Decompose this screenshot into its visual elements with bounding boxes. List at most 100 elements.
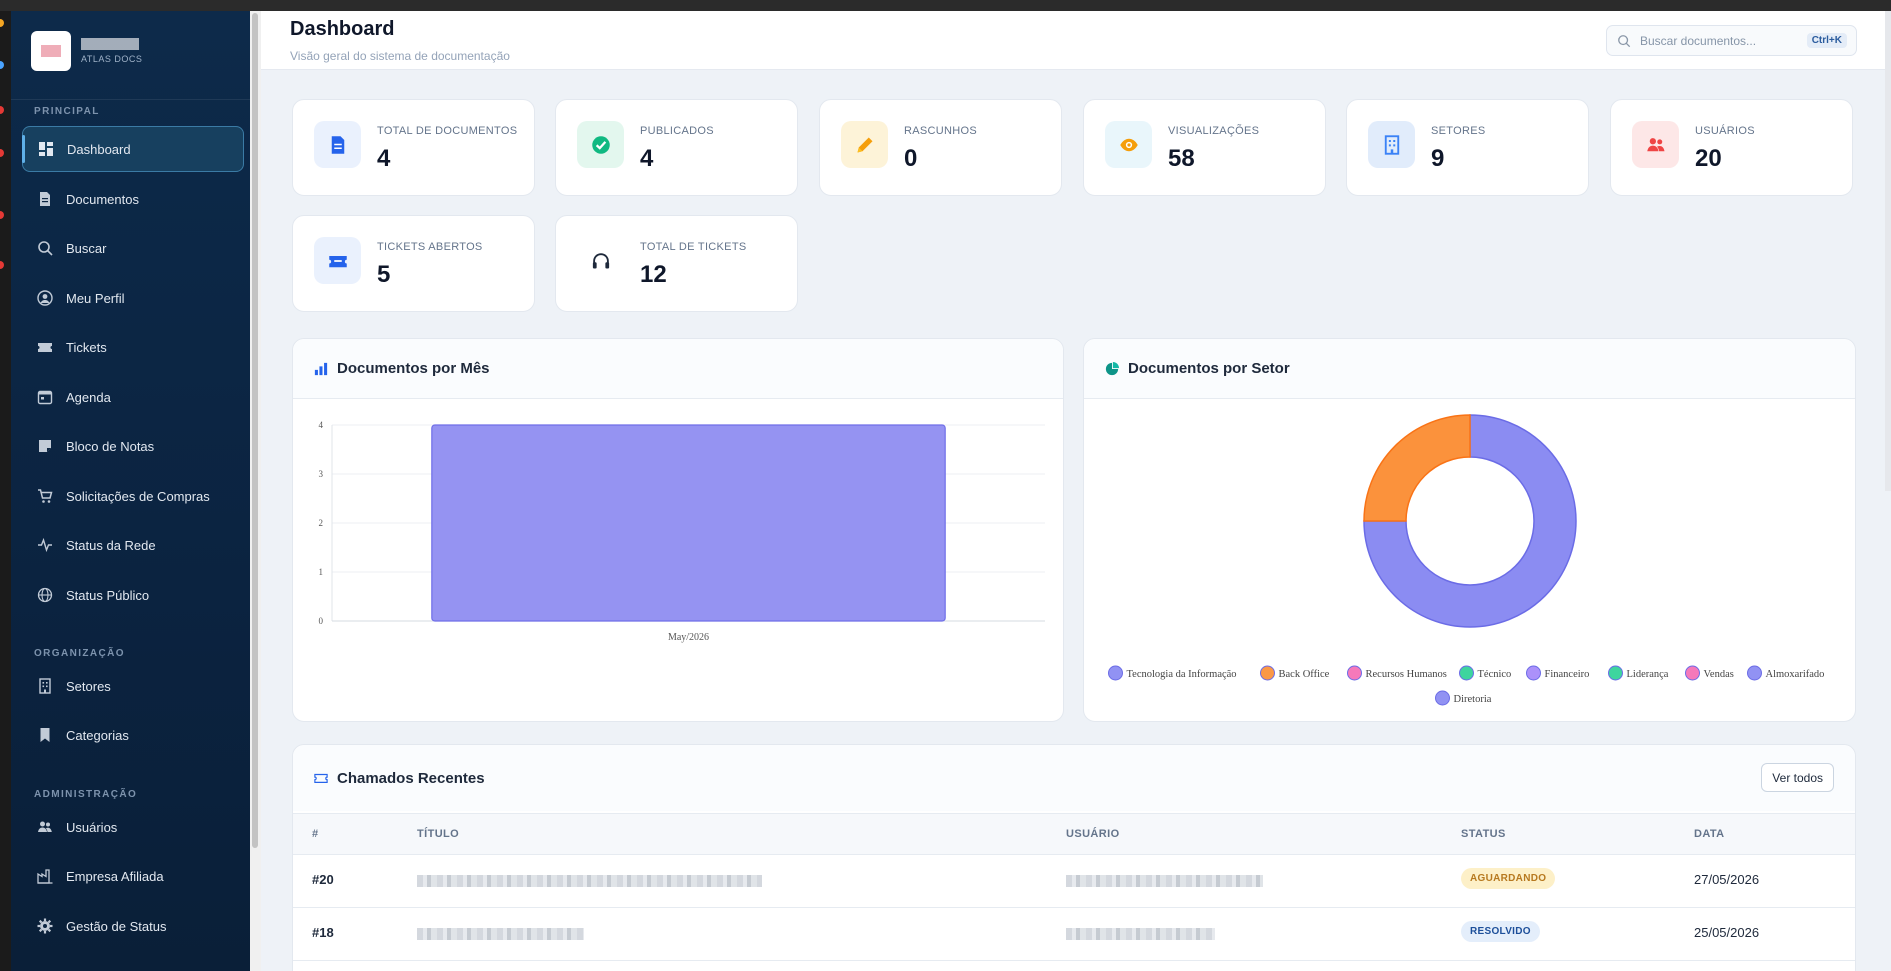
- stat-value: 58: [1168, 145, 1195, 172]
- ticket-id[interactable]: #18: [312, 925, 334, 940]
- legend-swatch: [1747, 665, 1762, 681]
- sidebar-item-empresa-afiliada[interactable]: Empresa Afiliada: [22, 853, 244, 899]
- sidebar-item-status-publico[interactable]: Status Público: [22, 572, 244, 618]
- dock-app-icon[interactable]: [0, 19, 4, 27]
- stat-label: TICKETS ABERTOS: [377, 241, 483, 253]
- sidebar-item-label: Categorias: [66, 727, 129, 743]
- factory-icon: [36, 867, 54, 885]
- dock-app-icon[interactable]: [0, 149, 4, 157]
- cart-icon: [36, 487, 54, 505]
- ticket-title-redacted[interactable]: [417, 875, 762, 887]
- stat-card-setores[interactable]: SETORES 9: [1346, 99, 1589, 196]
- sidebar-item-meu-perfil[interactable]: Meu Perfil: [22, 275, 244, 321]
- building-icon: [1368, 121, 1415, 168]
- sidebar-item-categorias[interactable]: Categorias: [22, 712, 244, 758]
- stat-card-publicados[interactable]: PUBLICADOS 4: [555, 99, 798, 196]
- stat-label: TOTAL DE TICKETS: [640, 241, 747, 253]
- stat-card-visualizacoes[interactable]: VISUALIZAÇÕES 58: [1083, 99, 1326, 196]
- bookmark-icon: [36, 726, 54, 744]
- ticket-title-redacted[interactable]: [417, 928, 584, 940]
- stat-card-rascunhos[interactable]: RASCUNHOS 0: [819, 99, 1062, 196]
- sidebar-item-label: Bloco de Notas: [66, 438, 155, 454]
- dock-app-icon[interactable]: [0, 211, 4, 219]
- panel-chamados-recentes: Chamados Recentes Ver todos # TÍTULO USU…: [292, 744, 1856, 971]
- sidebar-item-label: Gestão de Status: [66, 918, 167, 934]
- gear-icon: [36, 917, 54, 935]
- stat-card-tickets-abertos[interactable]: TICKETS ABERTOS 5: [292, 215, 535, 312]
- ticket-icon: [36, 338, 54, 356]
- stat-value: 12: [640, 261, 667, 288]
- status-badge: AGUARDANDO: [1461, 868, 1556, 889]
- status-badge: RESOLVIDO: [1461, 921, 1540, 942]
- document-icon: [36, 190, 54, 208]
- sidebar-item-label: Documentos: [66, 191, 139, 207]
- sidebar-item-bloco-de-notas[interactable]: Bloco de Notas: [22, 423, 244, 469]
- sidebar-item-label: Meu Perfil: [66, 290, 125, 306]
- search-box[interactable]: Ctrl+K: [1606, 25, 1857, 56]
- column-header-id[interactable]: #: [312, 828, 319, 840]
- sidebar-item-buscar[interactable]: Buscar: [22, 225, 244, 271]
- sidebar-item-solicitacoes-de-compras[interactable]: Solicitações de Compras: [22, 473, 244, 519]
- column-header-status[interactable]: STATUS: [1461, 828, 1506, 840]
- ticket-id[interactable]: #20: [312, 872, 334, 887]
- brand-subtitle: ATLAS DOCS: [81, 54, 143, 64]
- sidebar-item-gestao-de-status[interactable]: Gestão de Status: [22, 903, 244, 949]
- search-input[interactable]: [1640, 33, 1800, 48]
- legend-swatch: [1608, 665, 1623, 681]
- legend-swatch: [1260, 665, 1275, 681]
- calendar-icon: [36, 388, 54, 406]
- table-row[interactable]: #18 RESOLVIDO 25/05/2026: [293, 908, 1855, 961]
- legend-swatch: [1685, 665, 1700, 681]
- sidebar-item-label: Dashboard: [67, 141, 131, 157]
- page-scrollbar[interactable]: [1885, 11, 1891, 491]
- stat-card-total-de-tickets[interactable]: TOTAL DE TICKETS 12: [555, 215, 798, 312]
- sidebar-item-usuarios[interactable]: Usuários: [22, 804, 244, 850]
- section-label-organizacao: ORGANIZAÇÃO: [34, 648, 125, 659]
- sidebar-item-dashboard[interactable]: Dashboard: [22, 126, 244, 172]
- stat-value: 5: [377, 261, 391, 288]
- sidebar-divider: [11, 99, 250, 100]
- legend-swatch: [1108, 665, 1123, 681]
- sidebar-item-documentos[interactable]: Documentos: [22, 176, 244, 222]
- brand[interactable]: ATLAS DOCS: [31, 31, 142, 71]
- table-row[interactable]: #20 AGUARDANDO 27/05/2026: [293, 855, 1855, 908]
- sidebar-item-setores[interactable]: Setores: [22, 663, 244, 709]
- dock-app-icon[interactable]: [0, 261, 4, 269]
- panel-title: Documentos por Mês: [337, 360, 490, 377]
- pie-chart-icon: [1105, 361, 1119, 375]
- y-tick-label: 3: [319, 469, 324, 479]
- dock-app-icon[interactable]: [0, 106, 4, 114]
- sidebar-item-tickets[interactable]: Tickets: [22, 324, 244, 370]
- headset-icon: [577, 237, 624, 284]
- stat-label: USUÁRIOS: [1695, 125, 1755, 137]
- sidebar-scrollbar[interactable]: [250, 11, 261, 971]
- stat-card-total-documentos[interactable]: TOTAL DE DOCUMENTOS 4: [292, 99, 535, 196]
- users-icon: [36, 818, 54, 836]
- brand-logo: [31, 31, 71, 71]
- stat-value: 4: [640, 145, 654, 172]
- column-header-titulo[interactable]: TÍTULO: [417, 828, 459, 840]
- section-label-administracao: ADMINISTRAÇÃO: [34, 789, 138, 800]
- sidebar-item-status-da-rede[interactable]: Status da Rede: [22, 522, 244, 568]
- column-header-data[interactable]: DATA: [1694, 828, 1725, 840]
- document-icon: [314, 121, 361, 168]
- column-header-usuario[interactable]: USUÁRIO: [1066, 828, 1120, 840]
- view-all-button[interactable]: Ver todos: [1761, 763, 1834, 792]
- brand-name-redacted: [81, 38, 139, 50]
- sidebar-item-agenda[interactable]: Agenda: [22, 374, 244, 420]
- legend-label: Vendas: [1704, 669, 1734, 680]
- table-row[interactable]: [293, 961, 1855, 971]
- panel-documentos-por-mes: Documentos por Mês 0 1 2 3 4 May/2026: [292, 338, 1064, 722]
- legend-label: Técnico: [1478, 669, 1512, 680]
- ticket-icon: [314, 773, 328, 783]
- sidebar: ATLAS DOCS PRINCIPAL Dashboard Documento…: [11, 11, 261, 971]
- ticket-date: 25/05/2026: [1694, 925, 1760, 940]
- legend-label: Back Office: [1279, 669, 1330, 680]
- y-tick-label: 2: [319, 518, 324, 528]
- search-icon: [1618, 34, 1631, 47]
- legend-swatch: [1526, 665, 1541, 681]
- stat-card-usuarios[interactable]: USUÁRIOS 20: [1610, 99, 1853, 196]
- search-icon: [36, 239, 54, 257]
- dock-app-icon[interactable]: [0, 61, 4, 69]
- stat-label: TOTAL DE DOCUMENTOS: [377, 125, 518, 137]
